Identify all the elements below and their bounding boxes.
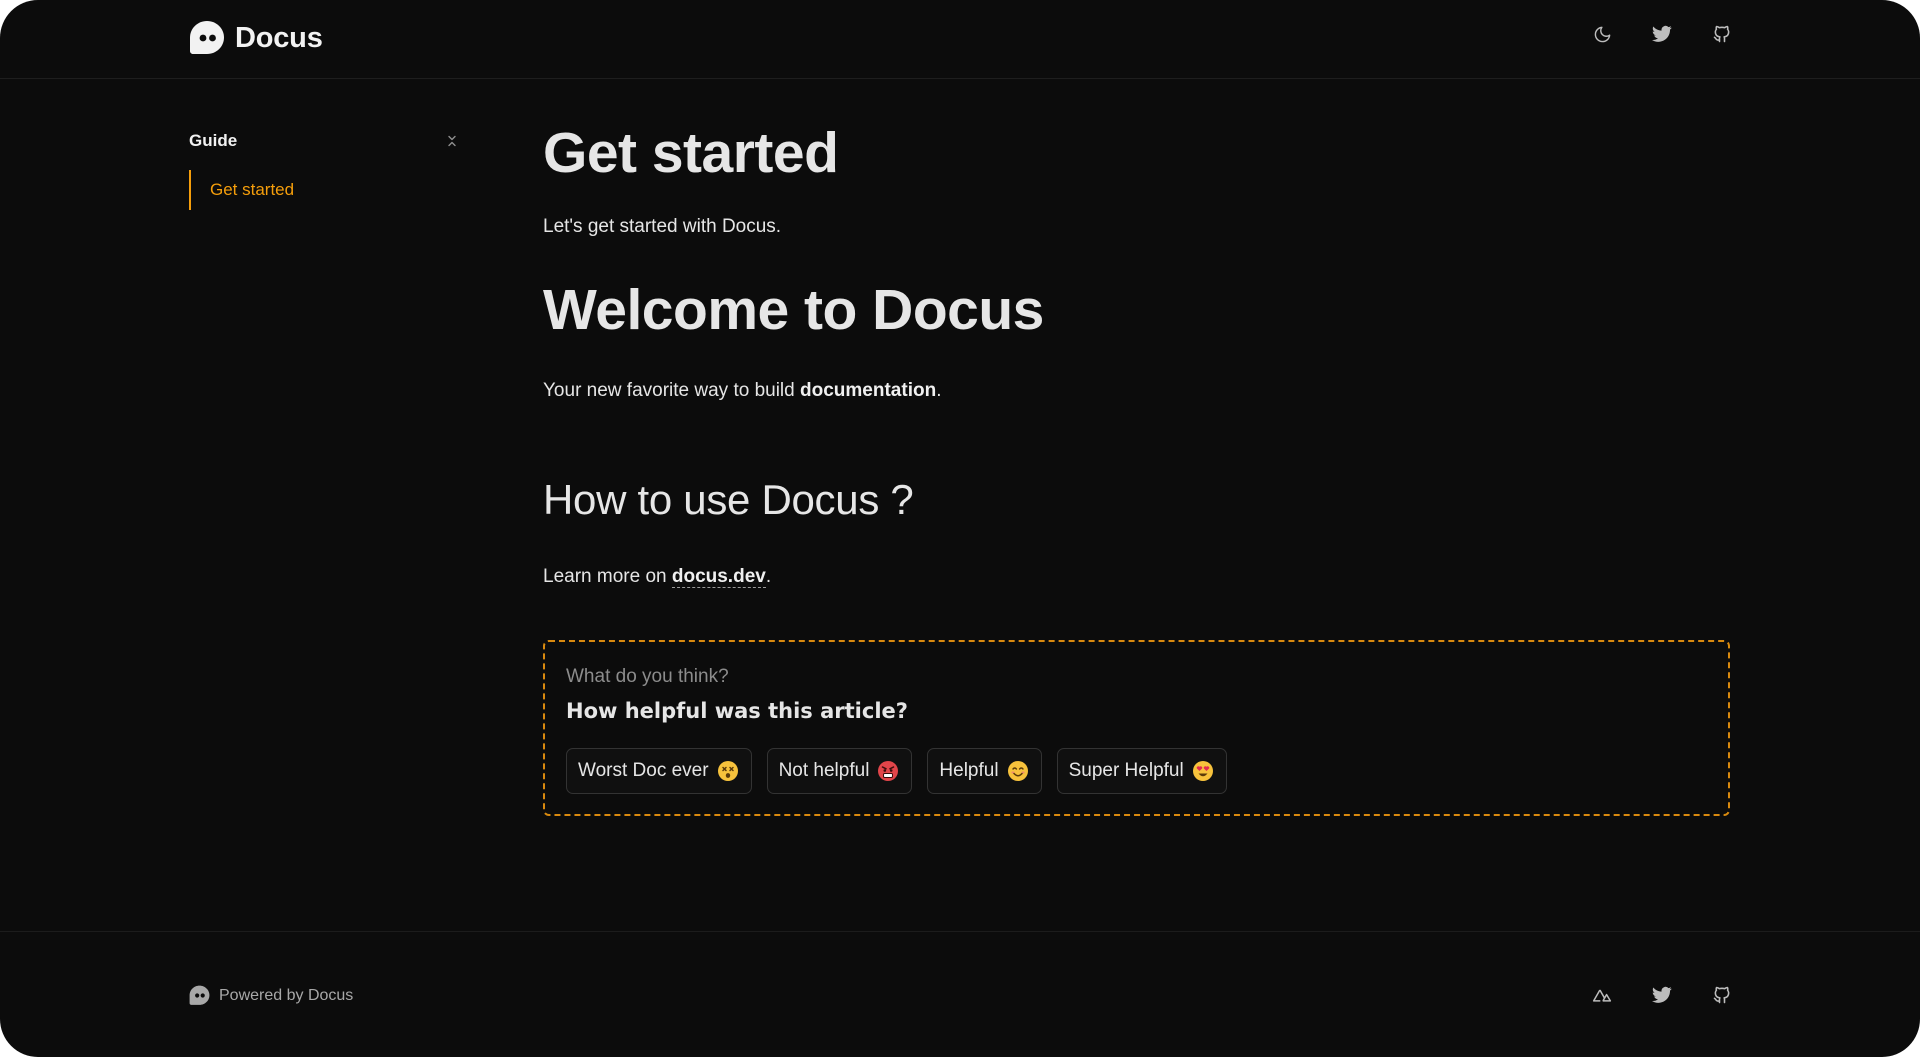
feedback-not-helpful-label: Not helpful xyxy=(778,760,870,781)
github-icon[interactable] xyxy=(1712,24,1732,44)
page-title: Get started xyxy=(543,121,839,185)
sidebar-nav: Guide Get started xyxy=(189,126,461,210)
page-description: Let's get started with Docus. xyxy=(543,216,782,237)
moon-icon[interactable] xyxy=(1592,24,1612,44)
nuxt-icon[interactable] xyxy=(1592,985,1612,1005)
feedback-buttons: Worst Doc ever Not helpful Helpful Super… xyxy=(566,748,1227,794)
feedback-title: How helpful was this article? xyxy=(566,699,908,723)
howto-heading: How to use Docus ? xyxy=(543,476,914,523)
powered-by-text: Powered by Docus xyxy=(219,986,354,1004)
docus-logo-icon xyxy=(190,21,224,54)
learn-more-paragraph: Learn more on docus.dev. xyxy=(543,566,1729,588)
footer-actions xyxy=(1592,985,1732,1005)
feedback-worst-button[interactable]: Worst Doc ever xyxy=(566,748,752,794)
docus-dev-link[interactable]: docus.dev xyxy=(671,566,766,588)
learn-more-end: . xyxy=(765,566,772,587)
header-actions xyxy=(1592,24,1732,44)
feedback-helpful-label: Helpful xyxy=(939,760,999,781)
feedback-super-helpful-button[interactable]: Super Helpful xyxy=(1056,748,1227,794)
sidebar-group-title: Guide xyxy=(189,131,238,150)
docus-page: Docus Guide Get started Get started Let'… xyxy=(0,0,1920,1057)
feedback-super-helpful-label: Super Helpful xyxy=(1068,760,1184,781)
github-icon[interactable] xyxy=(1712,985,1732,1005)
feedback-not-helpful-button[interactable]: Not helpful xyxy=(766,748,913,794)
powered-by-link[interactable]: Powered by Docus xyxy=(189,985,353,1006)
top-header: Docus xyxy=(0,0,1920,79)
brand-home-link[interactable]: Docus xyxy=(189,20,323,56)
dizzy-face-icon xyxy=(717,761,738,781)
welcome-text: Your new favorite way to build xyxy=(543,380,801,401)
brand-name: Docus xyxy=(235,21,323,54)
twitter-icon[interactable] xyxy=(1652,24,1672,44)
welcome-text-end: . xyxy=(936,380,942,401)
welcome-text-bold: documentation xyxy=(800,380,937,401)
collapse-icon[interactable] xyxy=(446,134,458,148)
learn-more-text: Learn more on xyxy=(543,566,672,587)
page-footer: Powered by Docus xyxy=(0,931,1920,1057)
heart-eyes-face-icon xyxy=(1192,761,1213,781)
sidebar-group-guide[interactable]: Guide xyxy=(189,126,461,156)
welcome-heading: Welcome to Docus xyxy=(543,278,1044,342)
feedback-worst-label: Worst Doc ever xyxy=(578,760,709,781)
main-content: Get started Let's get started with Docus… xyxy=(543,118,1729,588)
sidebar-links: Get started xyxy=(189,170,461,210)
smiling-face-icon xyxy=(1007,761,1028,781)
feedback-helpful-button[interactable]: Helpful xyxy=(927,748,1042,794)
docus-logo-small-icon xyxy=(189,985,210,1005)
sidebar-item-get-started[interactable]: Get started xyxy=(210,180,294,200)
twitter-icon[interactable] xyxy=(1652,985,1672,1005)
feedback-box: What do you think? How helpful was this … xyxy=(543,640,1730,816)
feedback-question: What do you think? xyxy=(566,666,729,687)
angry-face-icon xyxy=(878,761,899,781)
welcome-paragraph: Your new favorite way to build documenta… xyxy=(543,380,1729,402)
